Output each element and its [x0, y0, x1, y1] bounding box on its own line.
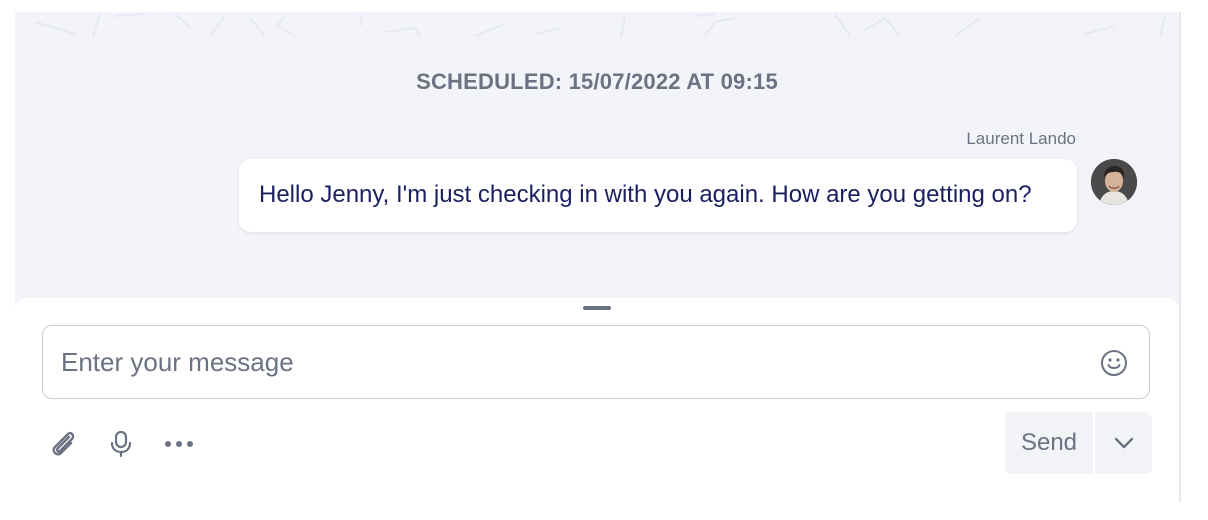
drag-handle[interactable]: [583, 306, 611, 310]
avatar[interactable]: [1091, 159, 1137, 205]
microphone-icon[interactable]: [103, 426, 139, 462]
chat-panel: SCHEDULED: 15/07/2022 AT 09:15 Laurent L…: [15, 12, 1179, 502]
more-horizontal-icon[interactable]: [161, 426, 197, 462]
paperclip-icon[interactable]: [45, 426, 81, 462]
send-button-group: Send: [1005, 412, 1152, 474]
background-pattern: [15, 12, 1179, 38]
message-input-container: [42, 325, 1150, 399]
avatar-photo: [1091, 159, 1137, 205]
message-text: Hello Jenny, I'm just checking in with y…: [259, 181, 1032, 208]
send-button[interactable]: Send: [1005, 412, 1093, 474]
message-bubble: Hello Jenny, I'm just checking in with y…: [239, 159, 1077, 232]
message-input[interactable]: [59, 326, 1083, 399]
scheduled-label: SCHEDULED: 15/07/2022 AT 09:15: [416, 69, 778, 94]
sender-name: Laurent Lando: [966, 129, 1076, 148]
chevron-down-icon: [1114, 437, 1133, 449]
panel-right-border: [1179, 12, 1181, 502]
smiley-icon[interactable]: [1099, 348, 1129, 378]
message-composer: Send: [15, 298, 1179, 502]
send-options-button[interactable]: [1095, 412, 1152, 474]
